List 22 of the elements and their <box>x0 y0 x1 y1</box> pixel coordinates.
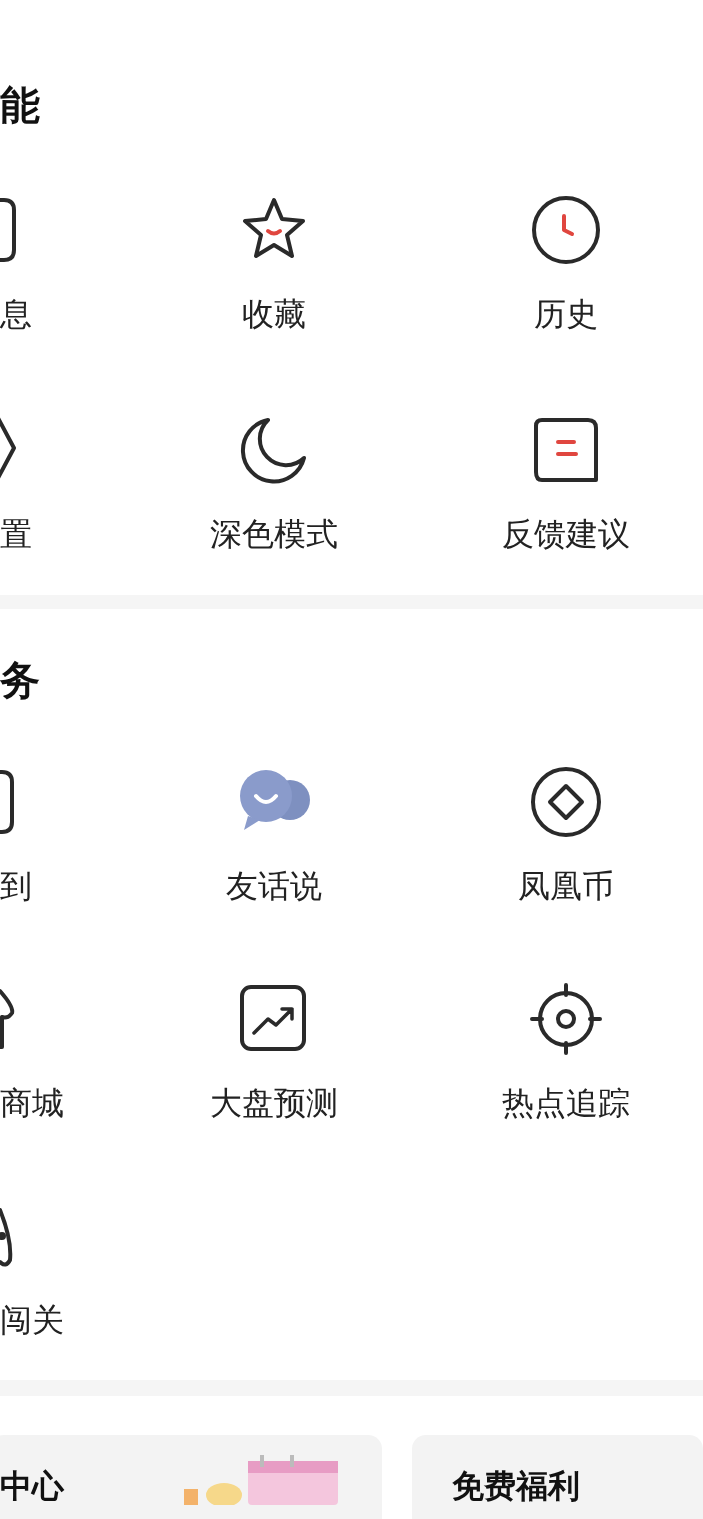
feature-label[interactable]: 深色模式 <box>210 512 338 556</box>
feature-label[interactable]: 友话说 <box>226 864 322 908</box>
promo-card[interactable]: 中心 <box>0 1435 382 1519</box>
feature-label[interactable]: 反馈建议 <box>502 512 630 556</box>
feature-label[interactable]: 历史 <box>534 292 598 336</box>
feature-label[interactable]: 息 <box>0 292 32 336</box>
feature-label[interactable]: 商城 <box>0 1081 64 1125</box>
feature-label[interactable]: 置 <box>0 512 32 556</box>
feature-label[interactable]: 到 <box>0 864 32 908</box>
section-title: 能 <box>0 82 41 129</box>
promo-card[interactable]: 免费福利 <box>411 1435 703 1519</box>
feature-label[interactable]: 热点追踪 <box>502 1081 630 1125</box>
feature-label[interactable]: 闯关 <box>0 1298 64 1342</box>
feature-label[interactable]: 凤凰币 <box>518 864 614 908</box>
feature-label[interactable]: 收藏 <box>242 292 306 336</box>
card-title: 免费福利 <box>451 1471 580 1501</box>
clock-icon <box>530 194 602 266</box>
section-title: 务 <box>0 657 41 704</box>
feature-label[interactable]: 大盘预测 <box>210 1081 338 1125</box>
coin-icon <box>530 766 602 838</box>
target-icon <box>530 983 602 1055</box>
card-title: 中心 <box>0 1471 64 1501</box>
